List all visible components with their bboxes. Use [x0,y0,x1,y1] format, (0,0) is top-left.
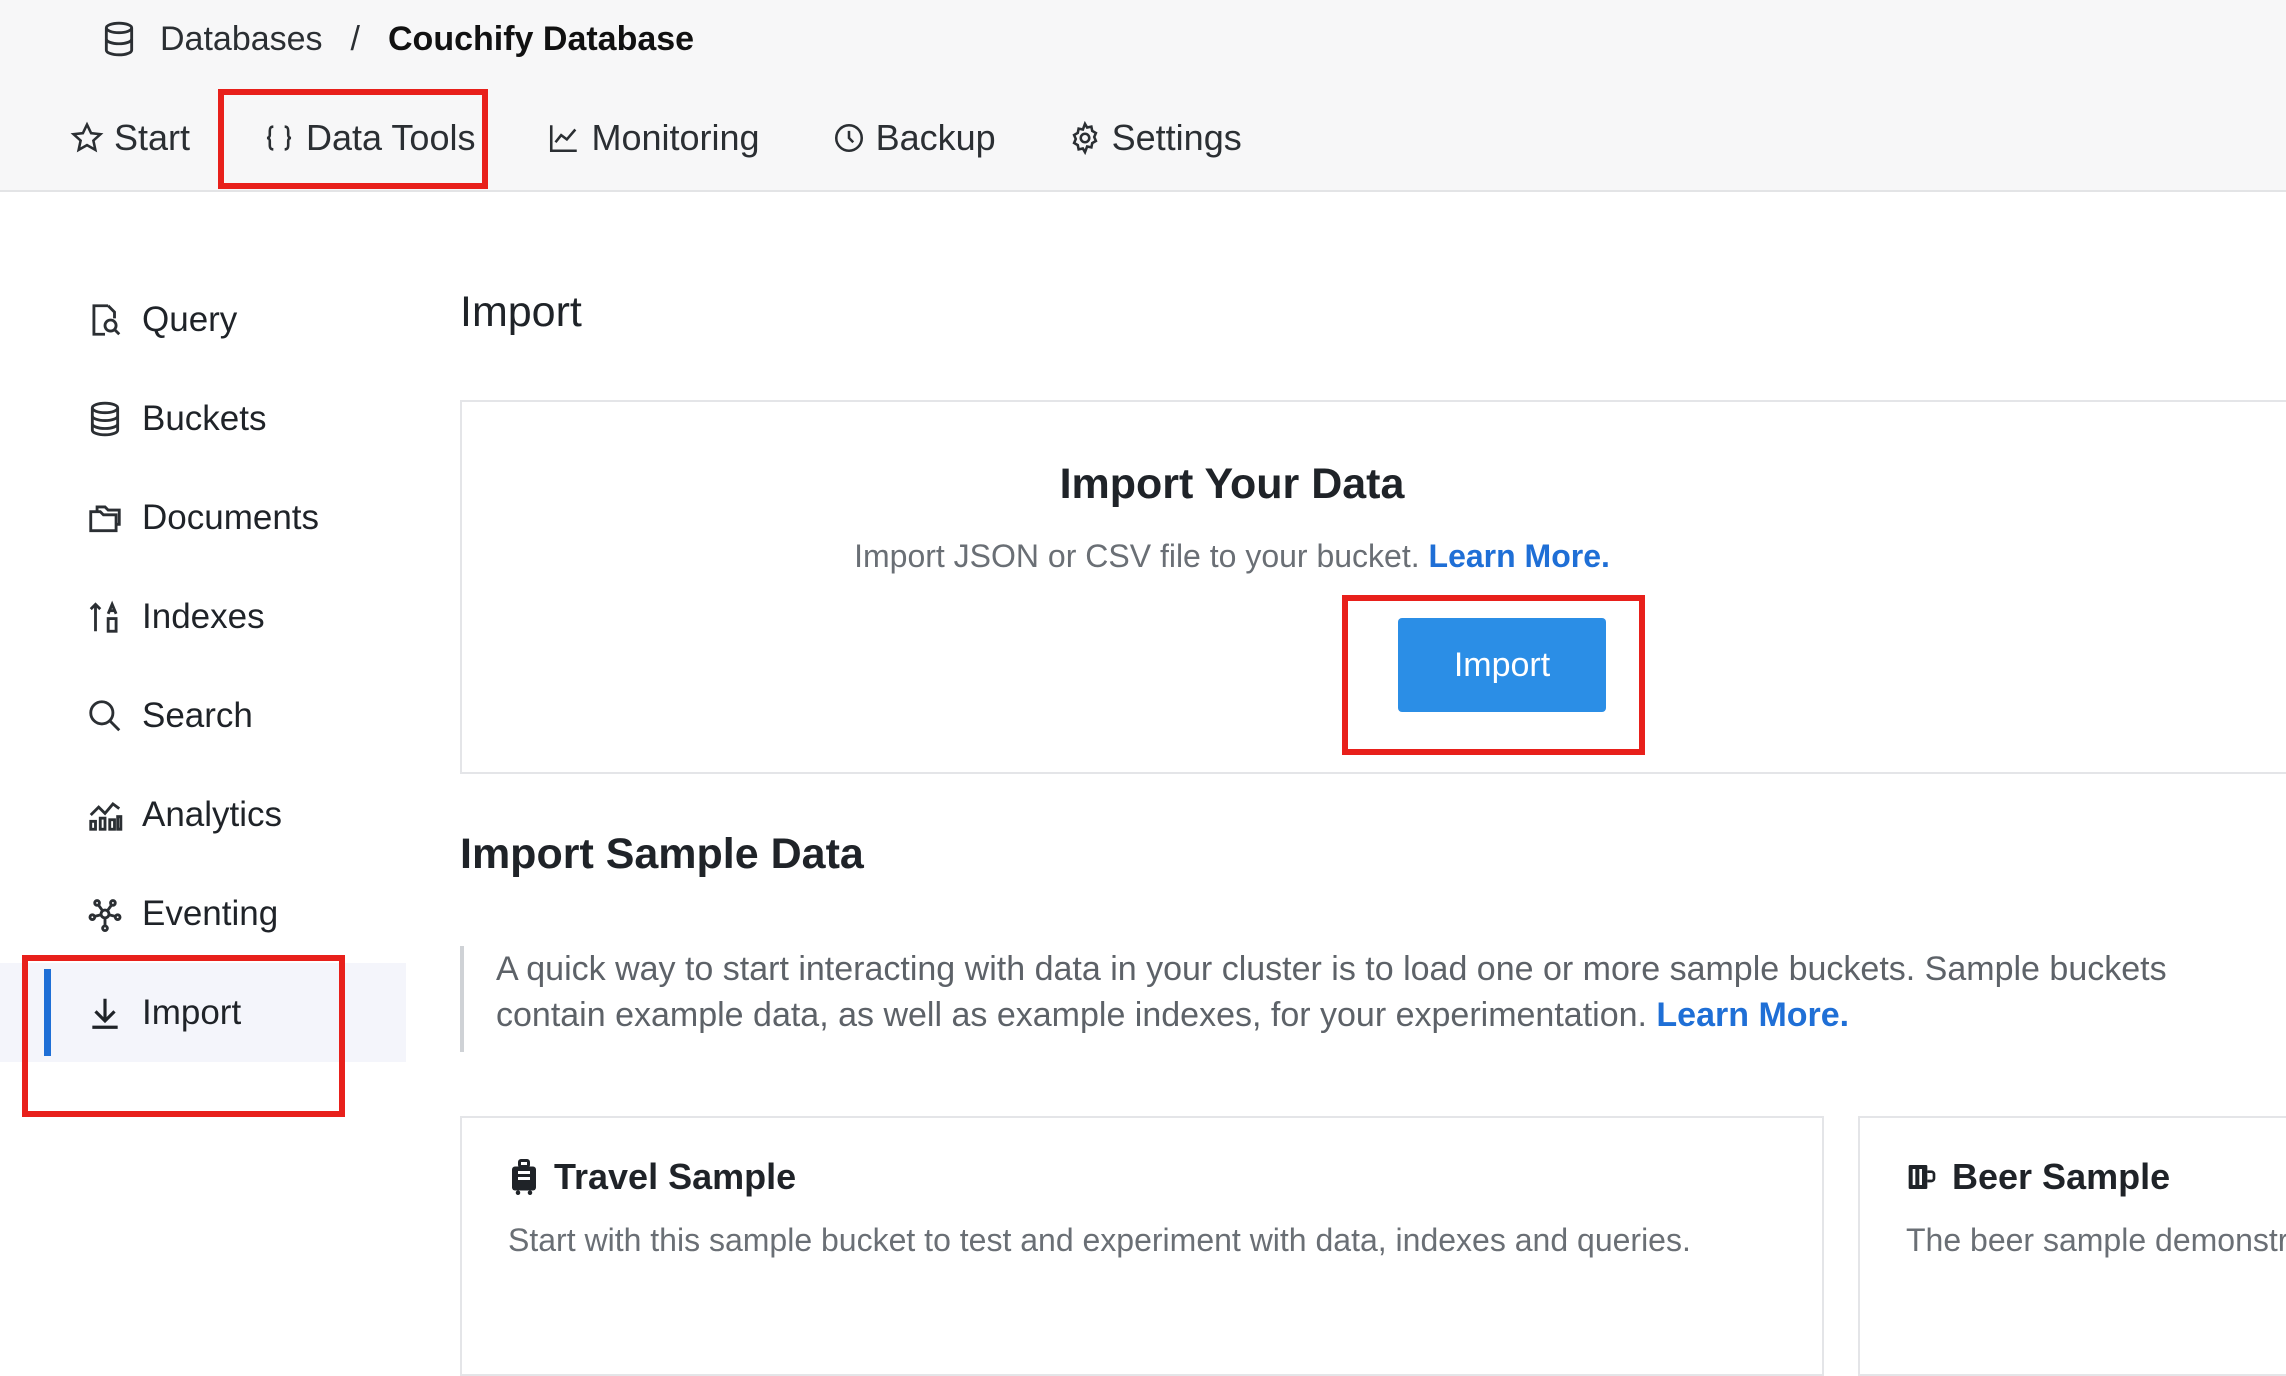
sidebar-item-eventing[interactable]: Eventing [0,864,406,963]
sidebar-item-label: Buckets [142,398,267,438]
sidebar-item-label: Eventing [142,893,279,933]
breadcrumb-separator: / [350,19,360,58]
beer-sample-card[interactable]: Beer Sample The beer sample demonstrates [1858,1116,2286,1376]
import-card-subtitle-text: Import JSON or CSV file to your bucket. [854,538,1420,574]
sidebar-item-buckets[interactable]: Buckets [0,369,406,468]
import-card-subtitle: Import JSON or CSV file to your bucket. … [462,538,2002,575]
tab-data-tools[interactable]: Data Tools [252,111,485,165]
gear-icon [1072,121,1098,155]
sidebar-item-label: Import [142,992,242,1032]
tab-start-label: Start [114,117,191,158]
beer-sample-description: The beer sample demonstrates [1906,1222,2286,1258]
sidebar-item-label: Indexes [142,596,265,636]
travel-sample-card[interactable]: Travel Sample Start with this sample buc… [460,1116,1824,1376]
travel-sample-label: Travel Sample [554,1156,797,1197]
breadcrumb-databases-link[interactable]: Databases [160,20,323,59]
tab-bar: Start Data Tools Monitoring Backup Setti… [60,108,1304,168]
star-icon [70,121,104,153]
import-button[interactable]: Import [1398,618,1606,712]
tab-backup-label: Backup [875,117,996,158]
braces-icon [266,125,292,151]
query-doc-icon [92,303,121,336]
beer-icon [1908,1165,1936,1189]
breadcrumb: Databases / Couchify Database [100,14,694,64]
luggage-icon [512,1159,536,1195]
sample-data-description: A quick way to start interacting with da… [460,946,2276,1052]
sidebar-item-analytics[interactable]: Analytics [0,765,406,864]
sidebar-item-label: Query [142,299,238,339]
import-card-heading: Import Your Data [1059,460,1405,508]
sidebar-item-query[interactable]: Query [0,270,406,369]
beer-sample-title: Beer Sample [1906,1156,2170,1198]
tab-settings[interactable]: Settings [1058,111,1252,165]
database-icon [90,401,120,436]
sidebar-item-documents[interactable]: Documents [0,468,406,567]
analytics-icon [89,801,123,831]
travel-sample-description: Start with this sample bucket to test an… [508,1222,1691,1258]
folders-icon [89,504,121,532]
chart-line-icon [550,125,578,153]
sidebar-item-label: Search [142,695,253,735]
beer-sample-label: Beer Sample [1952,1156,2171,1197]
tab-monitoring[interactable]: Monitoring [537,111,769,165]
sample-data-heading: Import Sample Data [460,830,864,878]
tab-data-tools-label: Data Tools [306,117,476,158]
page-title: Import [460,288,582,336]
clock-icon [834,123,863,153]
sidebar-item-search[interactable]: Search [0,666,406,765]
sidebar: Query Buckets Documents Indexes Search A… [0,270,406,1062]
top-bar: Databases / Couchify Database Start Data… [0,0,2286,192]
tab-backup[interactable]: Backup [822,111,1006,165]
sidebar-item-indexes[interactable]: Indexes [0,567,406,666]
sample-learn-more-link[interactable]: Learn More. [1656,996,1849,1034]
database-icon [100,20,138,58]
sort-icon [89,600,118,633]
learn-more-link[interactable]: Learn More. [1429,538,1610,574]
sample-data-description-text: A quick way to start interacting with da… [496,950,2167,1034]
sidebar-item-import[interactable]: Import [0,963,406,1062]
tab-settings-label: Settings [1111,117,1242,158]
eventing-icon [88,898,122,932]
sidebar-item-label: Documents [142,497,320,537]
tab-monitoring-label: Monitoring [591,117,760,158]
tab-start[interactable]: Start [60,111,200,165]
search-icon [89,699,121,731]
travel-sample-title: Travel Sample [508,1156,796,1198]
import-card: Import Your Data Import JSON or CSV file… [460,400,2286,774]
breadcrumb-current: Couchify Database [388,19,695,58]
sidebar-item-label: Analytics [142,794,283,834]
download-icon [92,998,118,1029]
